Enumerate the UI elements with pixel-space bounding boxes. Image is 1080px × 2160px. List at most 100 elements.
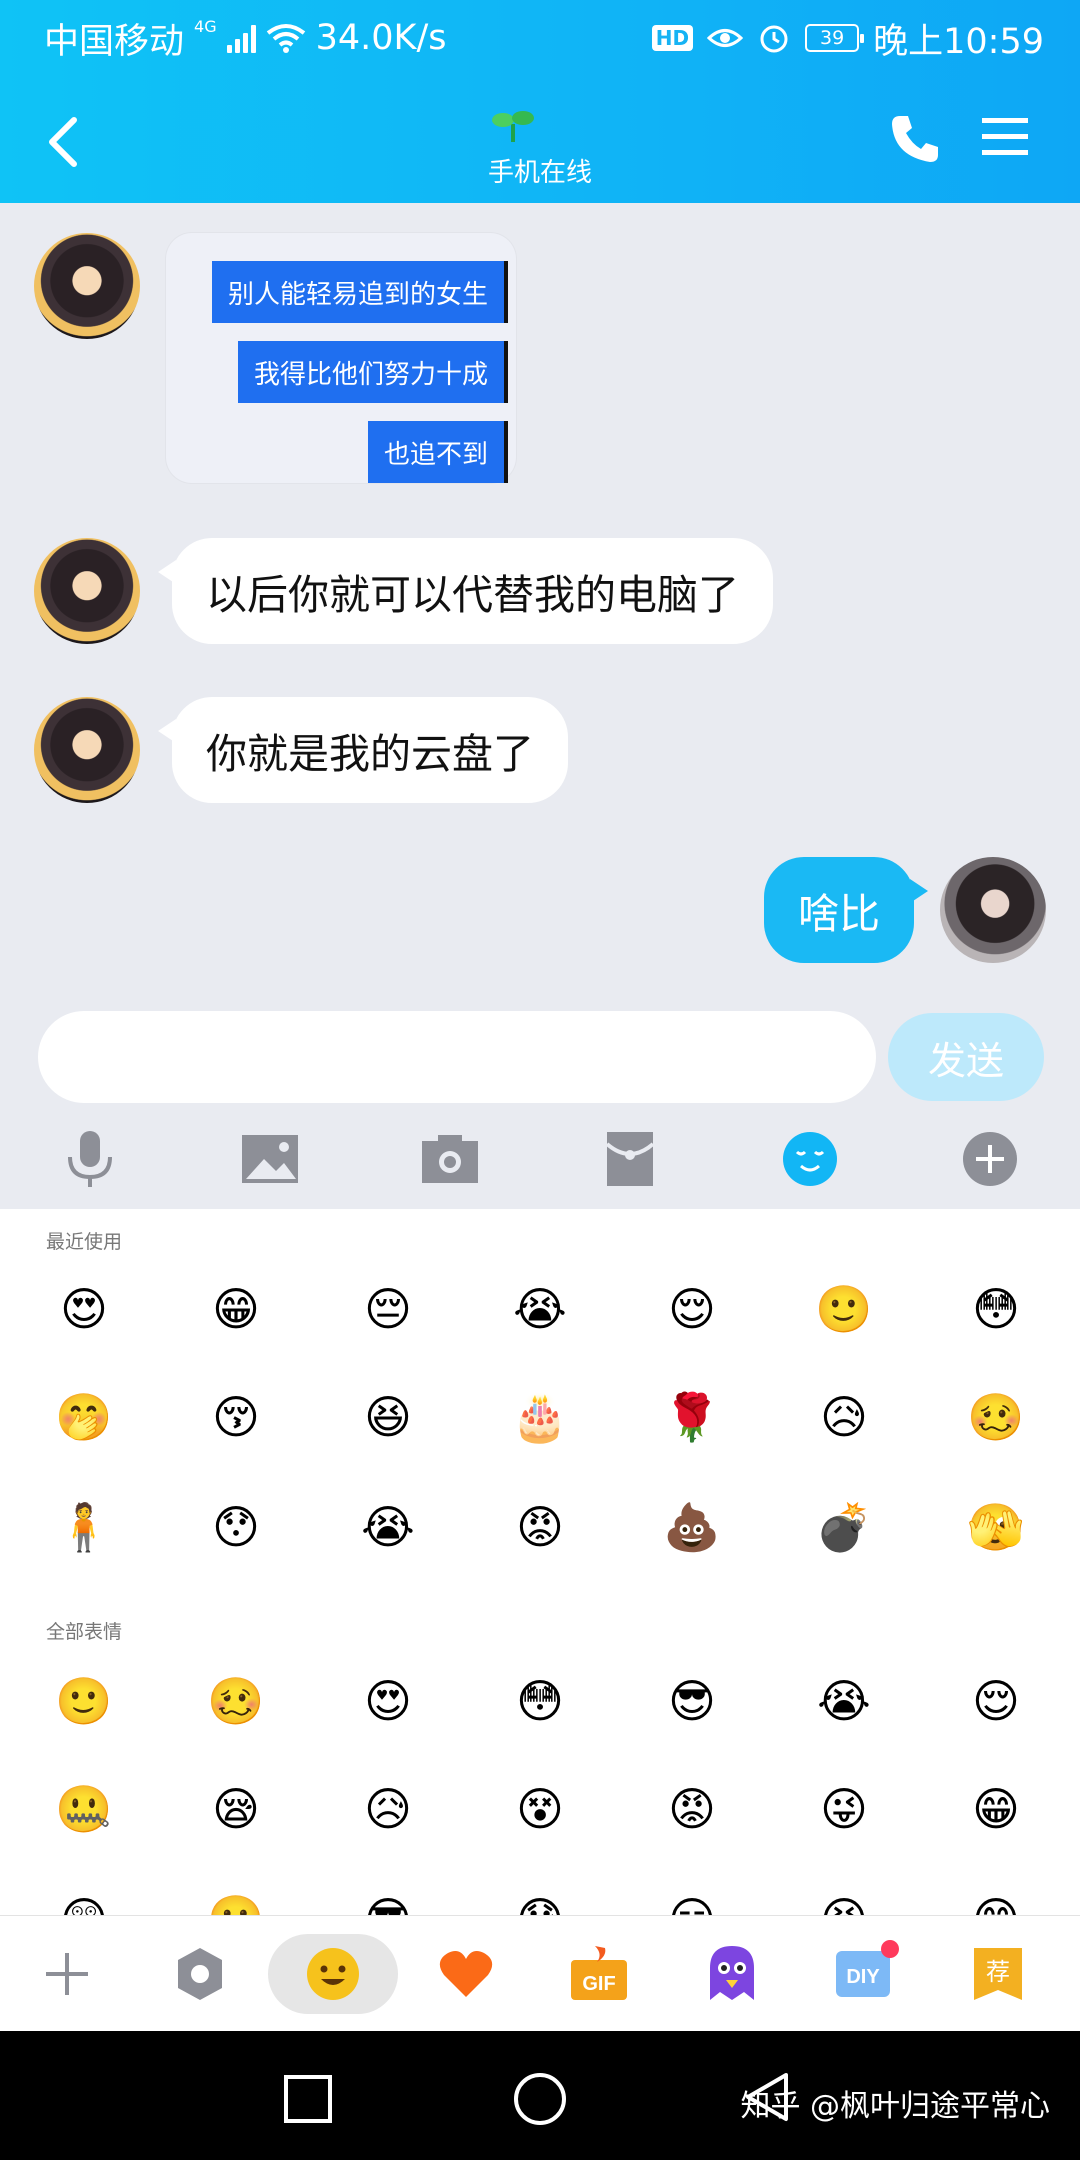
contact-avatar[interactable] — [34, 697, 140, 803]
emoji-item[interactable]: 😲 — [48, 1883, 120, 1915]
hd-badge: HD — [651, 25, 694, 51]
message-list[interactable]: 别人能轻易追到的女生 我得比他们努力十成 也追不到 以后你就可以代替我的电脑了 … — [0, 203, 1080, 1003]
gif-label: GIF — [582, 1973, 615, 1995]
gif-icon[interactable]: GIF — [559, 1934, 639, 2014]
outgoing-message[interactable]: 啥比 — [764, 857, 928, 963]
emoji-category-bar: GIF DIY 荐 — [0, 1915, 1080, 2031]
heart-icon[interactable] — [426, 1934, 506, 2014]
emoji-item[interactable]: 😳 — [504, 1665, 576, 1737]
contact-avatar[interactable] — [34, 233, 140, 339]
emoji-item[interactable]: 😣 — [808, 1883, 880, 1915]
emoji-item[interactable]: 😊 — [960, 1883, 1032, 1915]
notification-dot — [881, 1940, 899, 1958]
clock: 晚上10:59 — [873, 21, 1044, 62]
emoji-icon[interactable] — [778, 1127, 842, 1191]
menu-icon[interactable] — [978, 112, 1032, 162]
composer: 发送 — [0, 1003, 1080, 1113]
my-avatar[interactable] — [940, 857, 1046, 963]
emoji-item[interactable]: 💣 — [808, 1491, 880, 1563]
microphone-icon[interactable] — [58, 1127, 122, 1191]
recents-nav-icon[interactable] — [282, 2073, 334, 2125]
emoji-item[interactable]: 😎 — [352, 1883, 424, 1915]
emoji-item[interactable]: 😳 — [960, 1273, 1032, 1345]
emoji-item[interactable]: 🥴 — [960, 1381, 1032, 1453]
emoji-item[interactable]: 🫣 — [960, 1491, 1032, 1563]
emoji-item[interactable]: 😭 — [808, 1665, 880, 1737]
phone-icon[interactable] — [886, 110, 944, 168]
emoji-item[interactable]: 🙂 — [200, 1883, 272, 1915]
plus-icon[interactable] — [958, 1127, 1022, 1191]
emoji-item[interactable]: 😥 — [352, 1773, 424, 1845]
composer-toolbar — [0, 1113, 1080, 1209]
message-input[interactable] — [38, 1011, 876, 1103]
red-packet-icon[interactable] — [598, 1127, 662, 1191]
image-text-line: 别人能轻易追到的女生 — [211, 261, 508, 323]
all-emoji-label: 全部表情 — [46, 1621, 123, 1643]
recommend-icon[interactable]: 荐 — [958, 1934, 1038, 2014]
chat-screen: 中国移动 4G 34.0K/s HD 39 晚上10:59 手机在线 别人能轻易… — [0, 0, 1080, 2160]
emoji-item[interactable]: 🎂 — [504, 1381, 576, 1453]
emoji-item[interactable]: 😍 — [352, 1665, 424, 1737]
plus-icon[interactable] — [27, 1934, 107, 2014]
emoji-item[interactable]: 😡 — [656, 1773, 728, 1845]
home-nav-icon[interactable] — [512, 2071, 568, 2127]
network-speed: 34.0K/s — [315, 18, 447, 58]
network-type: 4G — [194, 16, 217, 36]
emoji-item[interactable]: 😍 — [48, 1273, 120, 1345]
emoji-item[interactable]: 😑 — [656, 1883, 728, 1915]
watermark: 知乎 @枫叶归途平常心 — [740, 2089, 1050, 2124]
image-message[interactable]: 别人能轻易追到的女生 我得比他们努力十成 也追不到 — [166, 233, 516, 483]
emoji-item[interactable]: 😁 — [200, 1273, 272, 1345]
emoji-item[interactable]: 😯 — [200, 1491, 272, 1563]
emoji-item[interactable]: 😎 — [656, 1665, 728, 1737]
emoji-item[interactable]: 🤭 — [48, 1381, 120, 1453]
contact-avatar[interactable] — [34, 538, 140, 644]
ghost-icon[interactable] — [692, 1934, 772, 2014]
status-bar: 中国移动 4G 34.0K/s HD 39 晚上10:59 — [44, 10, 1044, 66]
battery-icon: 39 — [805, 24, 865, 52]
diy-icon[interactable]: DIY — [825, 1934, 905, 2014]
incoming-message[interactable]: 你就是我的云盘了 — [158, 697, 568, 803]
sprout-icon — [492, 111, 534, 142]
signal-icon — [226, 23, 256, 53]
emoji-item[interactable]: 😭 — [504, 1273, 576, 1345]
system-navigation-bar: 知乎 @枫叶归途平常心 — [0, 2031, 1080, 2160]
emoji-item[interactable]: 🙂 — [808, 1273, 880, 1345]
recent-emoji-label: 最近使用 — [46, 1231, 123, 1253]
eye-icon — [707, 29, 744, 47]
emoji-item[interactable]: 🥴 — [200, 1665, 272, 1737]
send-button[interactable]: 发送 — [888, 1013, 1044, 1101]
emoji-panel[interactable]: 最近使用 😍 😁 😔 😭 😌 🙂 😳 🤭 😚 😆 🎂 🌹 😥 🥴 🧍 😯 😭 😡 💩 💣 🫣 全部表情 🙂 🥴 😍 😳 😎 😭 😌 🤐… — [0, 1209, 1080, 1915]
emoji-item[interactable]: 😡 — [504, 1491, 576, 1563]
alarm-icon — [760, 25, 788, 53]
incoming-message[interactable]: 以后你就可以代替我的电脑了 — [158, 538, 773, 644]
recommend-label: 荐 — [986, 1958, 1010, 1986]
image-text-line: 我得比他们努力十成 — [237, 341, 508, 403]
emoji-item[interactable]: 😌 — [960, 1665, 1032, 1737]
emoji-item[interactable]: 🙂 — [48, 1665, 120, 1737]
diy-label: DIY — [846, 1966, 880, 1988]
emoji-item[interactable]: 🧍 — [48, 1491, 120, 1563]
image-icon[interactable] — [238, 1127, 302, 1191]
settings-icon[interactable] — [160, 1934, 240, 2014]
emoji-item[interactable]: 🌹 — [656, 1381, 728, 1453]
emoji-item[interactable]: 😜 — [808, 1773, 880, 1845]
emoji-item[interactable]: 😪 — [200, 1773, 272, 1845]
emoji-item[interactable]: 💩 — [656, 1491, 728, 1563]
emoji-item[interactable]: 😭 — [352, 1491, 424, 1563]
wifi-icon — [266, 24, 305, 53]
camera-icon[interactable] — [418, 1127, 482, 1191]
emoji-item[interactable]: 😰 — [504, 1883, 576, 1915]
emoji-item[interactable]: 😆 — [352, 1381, 424, 1453]
emoji-item[interactable]: 😵 — [504, 1773, 576, 1845]
smiley-icon[interactable] — [293, 1934, 373, 2014]
emoji-item[interactable]: 😔 — [352, 1273, 424, 1345]
header: 中国移动 4G 34.0K/s HD 39 晚上10:59 手机在线 — [0, 0, 1080, 203]
emoji-item[interactable]: 😁 — [960, 1773, 1032, 1845]
carrier: 中国移动 — [44, 21, 185, 62]
emoji-item[interactable]: 🤐 — [48, 1773, 120, 1845]
emoji-item[interactable]: 😥 — [808, 1381, 880, 1453]
emoji-item[interactable]: 😚 — [200, 1381, 272, 1453]
emoji-item[interactable]: 😌 — [656, 1273, 728, 1345]
image-text-line: 也追不到 — [367, 421, 508, 483]
